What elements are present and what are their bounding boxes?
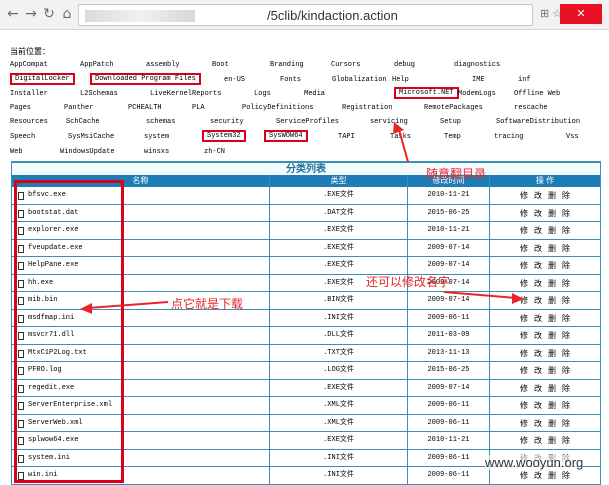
url-text: /5clib/kindaction.action [267, 8, 398, 23]
arrow-rename-head [512, 293, 524, 304]
close-window-button[interactable]: ✕ [560, 4, 602, 24]
arrow-download-head [80, 303, 92, 314]
arrow-browse-head [393, 122, 404, 134]
page-content: 当前位置： AppCompat AppPatch assembly Boot Brand… [6, 30, 602, 485]
watermark: www.wooyun.org [485, 455, 584, 470]
address-bar[interactable]: /5clib/kindaction.action [78, 4, 533, 26]
reload-icon[interactable]: ↻ [40, 5, 58, 23]
browser-toolbar: ← → ↻ ⌂ /5clib/kindaction.action ⊞ ☆ ✕ [0, 0, 609, 30]
translate-icon[interactable]: ⊞ ☆ [540, 7, 562, 20]
arrow-rename [443, 291, 517, 299]
annotation-arrows [80, 122, 524, 314]
forward-icon[interactable]: → [22, 5, 40, 23]
home-icon[interactable]: ⌂ [58, 5, 76, 23]
arrow-download [87, 301, 169, 309]
back-icon[interactable]: ← [4, 5, 22, 23]
blurred-host [85, 10, 195, 22]
